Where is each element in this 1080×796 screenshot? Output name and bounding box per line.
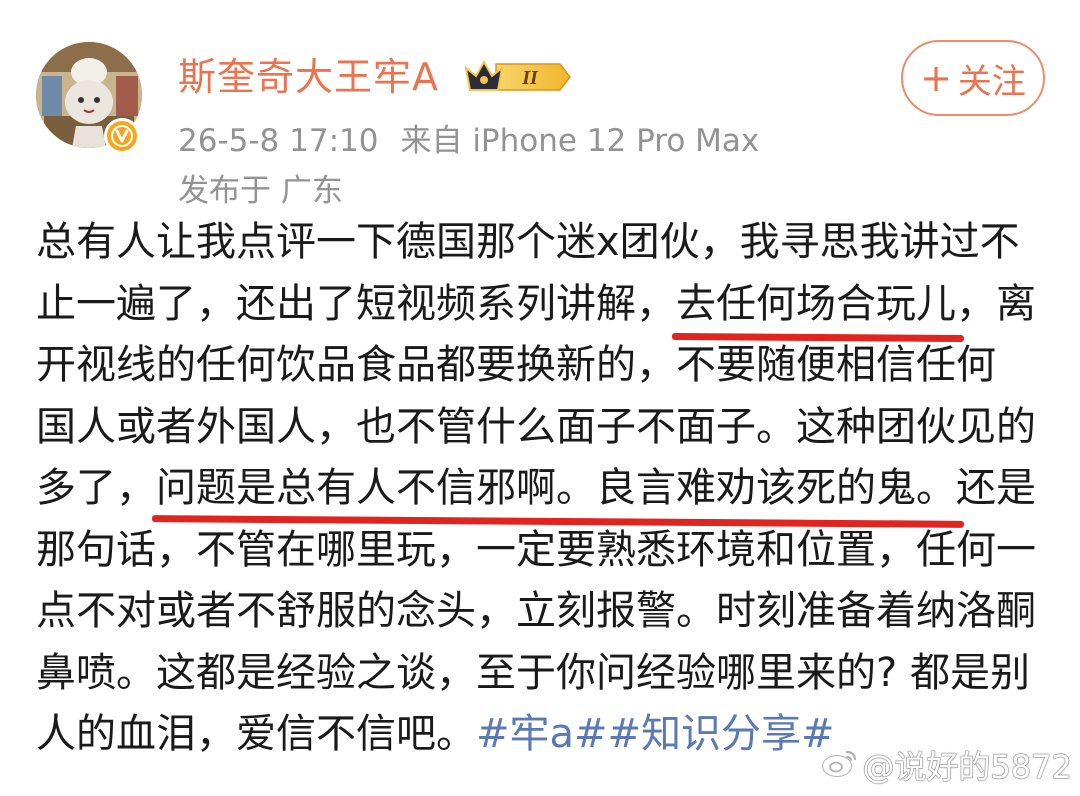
watermark: @说好的5872 — [821, 746, 1073, 787]
content-line: 总有人让我点评一下德国那个迷x团伙，我寻思我讲过不 — [36, 212, 1046, 274]
watermark-text: @说好的5872 — [862, 747, 1073, 786]
content-line: 开视线的任何饮品食品都要换新的，不要随便相信任何 — [36, 335, 1046, 397]
content-text: 国人或者外国人，也不管什么面子不面子。这种团伙见的 — [36, 403, 1036, 450]
weibo-post: 斯奎奇大王牢A II 26-5-8 17:10 来自 iPhone 12 Pro … — [0, 0, 1080, 796]
post-source: 来自 iPhone 12 Pro Max — [400, 123, 760, 159]
post-date: 26-5-8 17:10 — [178, 123, 379, 159]
hashtag-link[interactable]: #牢a# — [476, 711, 608, 757]
content-text: 那句话，不管在哪里玩，一定要熟悉环境和位置，任何一 — [36, 526, 1036, 573]
verified-v-icon — [104, 118, 140, 154]
follow-label: 关注 — [957, 61, 1026, 102]
post-meta: 26-5-8 17:10 来自 iPhone 12 Pro Max — [178, 120, 759, 162]
content-line: 止一遍了，还出了短视频系列讲解，去任何场合玩儿，离 — [36, 274, 1046, 336]
highlighted-text: 问题是总有人不信邪啊。良言难劝该死的鬼。 — [156, 465, 956, 511]
vip-level: II — [521, 67, 539, 89]
post-location: 发布于 广东 — [178, 173, 343, 209]
follow-button[interactable]: + 关注 — [901, 40, 1045, 116]
content-line: 多了，问题是总有人不信邪啊。良言难劝该死的鬼。还是 — [36, 458, 1046, 520]
content-line: 鼻喷。这都是经验之谈，至于你问经验哪里来的? 都是别 — [36, 643, 1046, 705]
post-content: 总有人让我点评一下德国那个迷x团伙，我寻思我讲过不 止一遍了，还出了短视频系列讲… — [36, 212, 1046, 766]
content-line: 那句话，不管在哪里玩，一定要熟悉环境和位置，任何一 — [36, 520, 1046, 582]
content-text: 多了， — [36, 465, 156, 511]
vip-crown-icon[interactable]: II — [462, 54, 572, 100]
username[interactable]: 斯奎奇大王牢A — [178, 52, 439, 102]
content-text: 人的血泪，爱信不信吧。 — [36, 711, 476, 757]
plus-icon: + — [920, 56, 952, 100]
content-text: 鼻喷。这都是经验之谈，至于你问经验哪里来的? 都是别 — [36, 649, 1030, 696]
content-text: 止一遍了，还出了短视频系列讲解， — [36, 280, 676, 327]
highlighted-text: 去任何场合玩儿 — [676, 280, 956, 327]
content-text: 点不对或者不舒服的念头，立刻报警。时刻准备着纳洛酮 — [36, 588, 1036, 634]
content-text: 总有人让我点评一下德国那个迷x团伙，我寻思我讲过不 — [36, 219, 1020, 265]
content-text: 开视线的任何饮品食品都要换新的，不要随便相信任何 — [36, 342, 996, 388]
hashtag-link[interactable]: #知识分享# — [608, 711, 835, 757]
content-line: 国人或者外国人，也不管什么面子不面子。这种团伙见的 — [36, 397, 1046, 459]
content-text: 还是 — [956, 465, 1036, 511]
content-line: 点不对或者不舒服的念头，立刻报警。时刻准备着纳洛酮 — [36, 581, 1046, 643]
content-text: ，离 — [956, 280, 1036, 327]
weibo-logo-icon — [821, 746, 859, 787]
